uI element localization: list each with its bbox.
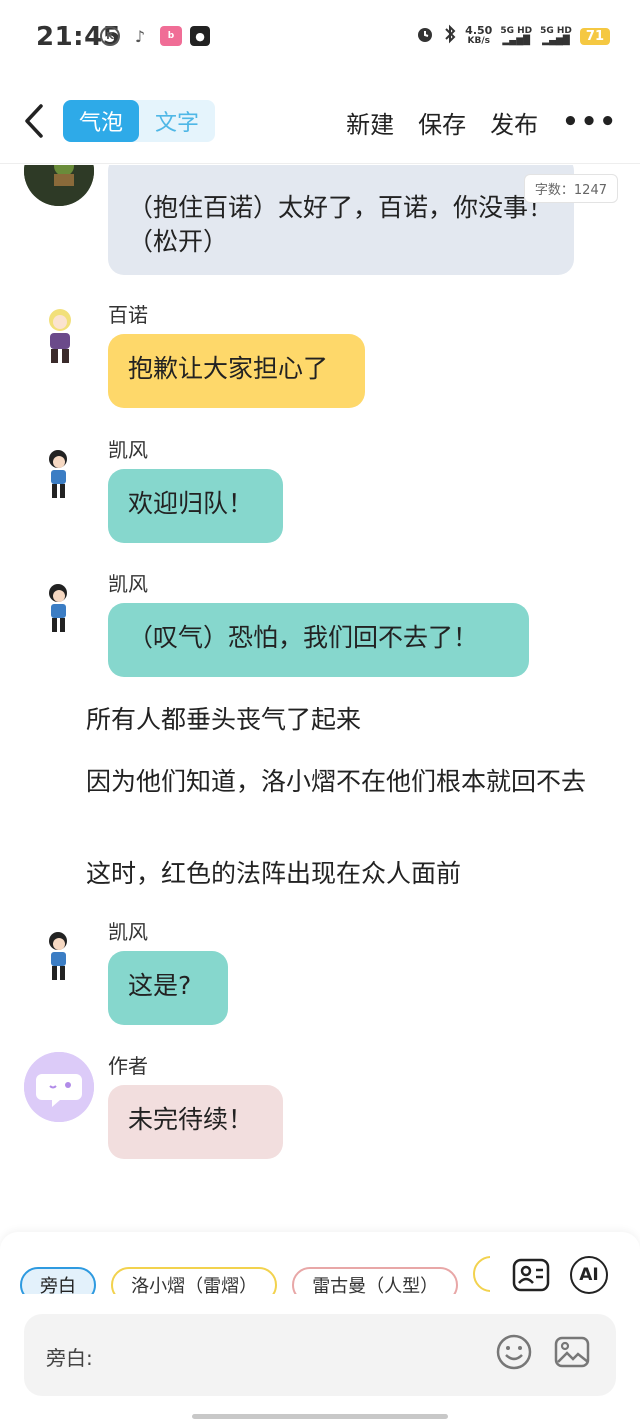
message-input[interactable] (104, 1334, 484, 1374)
character-card-button[interactable] (510, 1254, 552, 1296)
narration-text[interactable]: 因为他们知道，洛小熠不在他们根本就回不去 (24, 765, 616, 798)
new-button[interactable]: 新建 (346, 105, 394, 140)
bluetooth-icon (443, 24, 457, 48)
speaker-name: 凯风 (108, 920, 148, 944)
composer-panel: 旁白 洛小熠（雷熠） 雷古曼（人型） AI 旁白: (0, 1232, 640, 1422)
input-role-label: 旁白: (46, 1346, 93, 1370)
home-indicator[interactable] (192, 1414, 448, 1419)
back-button[interactable] (14, 98, 54, 144)
word-count-badge: 字数：1247 (523, 174, 618, 203)
save-button[interactable]: 保存 (418, 105, 466, 140)
chevron-left-icon (25, 104, 43, 138)
editor-header: 气泡 文字 新建 保存 发布 ••• (0, 80, 640, 164)
chip-narrator[interactable]: 旁白 (20, 1267, 96, 1294)
character-chip-row[interactable]: 旁白 洛小熠（雷熠） 雷古曼（人型） (20, 1256, 490, 1294)
header-actions: 新建 保存 发布 ••• (346, 100, 618, 144)
chip-character-partial[interactable] (473, 1256, 490, 1292)
message-input-box: 旁白: (24, 1314, 616, 1396)
status-indicators: 4.50 KB/s 5G HD ▂▄▆█ 5G HD ▂▄▆█ 71 (415, 24, 610, 48)
chat-bubble-icon (24, 1052, 94, 1122)
avatar[interactable] (24, 437, 94, 507)
status-app-icons: K ♪ b ● (100, 26, 210, 46)
mode-bubble-tab[interactable]: 气泡 (63, 100, 139, 142)
mouse-app-icon: ● (190, 26, 210, 46)
battery-icon: 71 (579, 27, 610, 45)
speaker-name: 作者 (108, 1054, 148, 1078)
listen-app-icon: ♪ (134, 26, 146, 46)
speaker-name: 凯风 (108, 438, 148, 462)
message-bubble[interactable]: 未完待续！ (108, 1085, 283, 1159)
message-bubble[interactable]: 欢迎归队！ (108, 469, 283, 543)
more-menu-button[interactable]: ••• (562, 107, 618, 137)
message-bubble[interactable]: （叹气）恐怕，我们回不去了！ (108, 603, 529, 677)
image-button[interactable] (552, 1332, 592, 1372)
narration-text[interactable]: 所有人都垂头丧气了起来 (24, 703, 616, 736)
avatar[interactable] (24, 302, 94, 372)
alarm-icon (415, 24, 435, 48)
message-bubble[interactable]: 抱歉让大家担心了 (108, 334, 365, 408)
mode-toggle: 气泡 文字 (63, 100, 215, 142)
speaker-name: 凯风 (108, 572, 148, 596)
narration-text[interactable]: 这时，红色的法阵出现在众人面前 (24, 857, 616, 890)
image-icon (554, 1336, 590, 1368)
mode-text-tab[interactable]: 文字 (139, 100, 215, 142)
k-app-icon: K (100, 26, 120, 46)
signal-1-icon: 5G HD ▂▄▆█ (500, 26, 533, 46)
bilibili-app-icon: b (160, 26, 182, 46)
author-avatar[interactable] (24, 1052, 94, 1122)
contact-card-icon (512, 1258, 550, 1292)
avatar[interactable] (24, 571, 94, 641)
publish-button[interactable]: 发布 (490, 105, 538, 140)
ai-icon: AI (570, 1256, 608, 1294)
message-bubble[interactable]: （抱住百诺）太好了，百诺，你没事！（松开） (108, 165, 574, 275)
chip-character[interactable]: 洛小熠（雷熠） (111, 1267, 278, 1294)
signal-2-icon: 5G HD ▂▄▆█ (540, 26, 572, 46)
network-speed: 4.50 KB/s (465, 24, 493, 46)
ai-button[interactable]: AI (568, 1254, 610, 1296)
emoji-icon (496, 1334, 532, 1370)
message-bubble[interactable]: 这是? (108, 951, 228, 1025)
story-chat-area[interactable]: 字数：1247 （抱住百诺）太好了，百诺，你没事！（松开） 百诺 抱歉让大家担心… (0, 165, 640, 1225)
avatar[interactable] (24, 919, 94, 989)
emoji-button[interactable] (494, 1332, 534, 1372)
status-bar: 21:45 K ♪ b ● 4.50 KB/s 5G HD ▂▄▆█ 5G HD ▂… (0, 0, 640, 80)
chip-character[interactable]: 雷古曼（人型） (292, 1267, 459, 1294)
speaker-name: 百诺 (108, 303, 148, 327)
avatar[interactable] (24, 165, 94, 206)
